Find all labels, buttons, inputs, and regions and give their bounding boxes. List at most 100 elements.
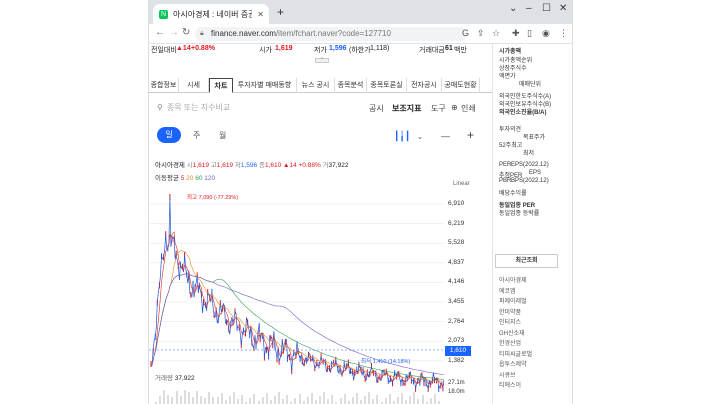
zoom-out-icon[interactable]: — (441, 131, 450, 141)
tab-5[interactable]: 종목분석 (335, 78, 367, 93)
volume-bar (327, 399, 330, 404)
moving-average-legend[interactable]: 이동평균 5 20 60 120 (155, 172, 215, 182)
volume-bar (376, 395, 379, 404)
open-value: 1,619 (275, 45, 293, 52)
volume-axis-1: 27.1m (448, 380, 465, 386)
tab-0[interactable]: 종합정보 (149, 78, 179, 93)
tools-button[interactable]: 도구 (431, 103, 446, 114)
scale-select[interactable]: Linear (453, 181, 470, 187)
zoom-in-icon[interactable]: + (467, 128, 474, 142)
desktop-left (0, 0, 148, 404)
recent-item[interactable]: 아시아경제 (499, 275, 527, 284)
volume-bar (368, 392, 371, 404)
volume-bar (159, 396, 162, 404)
volume-bar (216, 397, 219, 404)
chevron-down-icon[interactable]: ⌄ (509, 3, 517, 14)
tab-1[interactable]: 시세 (179, 78, 209, 93)
tab-bar: 종합정보 시세 차트 투자자별 매매동향 뉴스 공시 종목분석 종목토론실 전자공시 공매도현황 (149, 78, 492, 93)
disclosure-button[interactable]: 공시 (369, 103, 384, 114)
indicators-button[interactable]: 보조지표 (392, 103, 421, 114)
price-axis-label: 6,219 (448, 219, 465, 227)
volume-bar (417, 399, 420, 404)
tab-7[interactable]: 전자공시 (407, 78, 442, 93)
reload-icon[interactable]: ↻ (182, 27, 190, 38)
period-day[interactable]: 일 (157, 127, 181, 143)
collapse-handle[interactable]: ⌃ (315, 58, 329, 63)
price-chart[interactable] (149, 189, 493, 404)
volume-bar (396, 397, 399, 404)
right-info-panel: 시가총액 시가총액순위 상장주식수 액면가 매매단위 외국인한도주식수(A) 외국인보유주식… (493, 44, 572, 404)
close-window-icon[interactable]: ✕ (559, 3, 567, 14)
volume-bar (232, 392, 235, 404)
star-icon[interactable]: ☆ (492, 28, 500, 39)
recent-item[interactable]: 한미약품 (499, 307, 521, 316)
info-low: 1,596 (240, 162, 258, 169)
lock-icon: 🔒︎ (200, 30, 204, 37)
compare-search[interactable]: ⚲ 종목 또는 지수비교 (157, 101, 357, 115)
metric-label: 동일업종 등락률 (499, 211, 540, 217)
forward-icon[interactable]: → (169, 27, 179, 38)
candle-type-icon[interactable]: ┃╽┃ (394, 131, 410, 142)
tab-strip: N 아시아경제 : 네이버 증권 ✕ + ⌄ – ☐ ✕ (149, 0, 572, 24)
ma-5: 5 (180, 175, 185, 182)
amount-unit: 백만 (454, 47, 467, 54)
volume-bar (433, 394, 436, 404)
volume-bar (294, 398, 297, 404)
browser-tab[interactable]: N 아시아경제 : 네이버 증권 ✕ (153, 4, 269, 24)
tab-close-icon[interactable]: ✕ (257, 10, 269, 19)
ma-120: 120 (204, 175, 216, 182)
url-field[interactable]: 🔒︎ finance.naver.com/item/fchart.naver?c… (195, 27, 467, 41)
tab-2[interactable]: 차트 (209, 78, 233, 93)
back-icon[interactable]: ← (155, 27, 165, 38)
metric-label: 액면가 (499, 74, 516, 80)
extensions-icon[interactable]: ✚ (512, 28, 520, 39)
tab-6[interactable]: 종목토론실 (367, 78, 407, 93)
recent-item[interactable]: GH신소재 (499, 328, 525, 337)
share-icon[interactable]: ⇪ (477, 28, 485, 39)
print-button[interactable]: 인쇄 (461, 103, 476, 114)
browser-window: N 아시아경제 : 네이버 증권 ✕ + ⌄ – ☐ ✕ ← → ↻ 🔒︎ fi… (148, 0, 573, 404)
recent-item[interactable]: 한경산업 (499, 338, 521, 347)
google-icon[interactable]: G (462, 28, 469, 38)
volume-bar (282, 399, 285, 404)
recent-item[interactable]: 옵투스제약 (499, 359, 527, 368)
tab-4[interactable]: 뉴스 공시 (297, 78, 335, 93)
volume-bar (261, 397, 264, 404)
minimize-icon[interactable]: – (526, 3, 532, 14)
period-month[interactable]: 월 (219, 130, 226, 141)
low-limit-value: 1,118) (370, 45, 390, 52)
amount-label: 거래대금 (419, 47, 445, 54)
volume-bar (278, 392, 280, 404)
tab-8[interactable]: 공매도현황 (442, 78, 480, 93)
stock-name: 아시아경제 (155, 162, 185, 169)
volume-bar (171, 397, 174, 404)
tab-title: 아시아경제 : 네이버 증권 (173, 9, 253, 19)
volume-bar (314, 400, 317, 404)
recent-item[interactable]: 티에스이 (499, 380, 521, 389)
recent-item[interactable]: 인터지스 (499, 317, 521, 326)
sidepanel-icon[interactable]: ▯ (527, 28, 532, 39)
ohlc-info: 아시아경제 시1,619 고1,619 저1,596 종1,610 ▲14 +0… (155, 159, 348, 169)
metric-label: BPS(2022.12) (511, 178, 549, 184)
metric-label: PBR (499, 178, 512, 184)
recent-item[interactable]: 티피씨글로벌 (499, 349, 532, 358)
maximize-icon[interactable]: ☐ (542, 3, 551, 14)
volume-bar (343, 394, 346, 404)
menu-icon[interactable]: ⋮ (559, 28, 568, 39)
volume-bar (228, 396, 231, 404)
volume-bar (237, 399, 239, 404)
new-tab-icon[interactable]: + (277, 5, 284, 19)
recent-item[interactable]: 시큐브 (499, 370, 516, 379)
volume-bar (323, 392, 326, 404)
low-value: 1,596 (329, 45, 347, 52)
metric-label: 외국인소진율(B/A) (499, 110, 547, 116)
recent-item[interactable]: 퍼제이레벌 (499, 296, 527, 305)
print-icon[interactable]: ⊕ (451, 103, 458, 112)
chevron-down-icon[interactable]: ⌄ (417, 133, 423, 141)
volume-bar (253, 394, 256, 404)
profile-icon[interactable]: ◉ (542, 28, 550, 39)
tab-3[interactable]: 투자자별 매매동향 (233, 78, 297, 93)
stock-summary-bar: 전일대비 ▲14 +0.88% 시가 1,619 저가 1,596 (하한가 1… (149, 44, 492, 56)
period-week[interactable]: 주 (193, 130, 200, 141)
recent-item[interactable]: 에코앱 (499, 286, 516, 295)
